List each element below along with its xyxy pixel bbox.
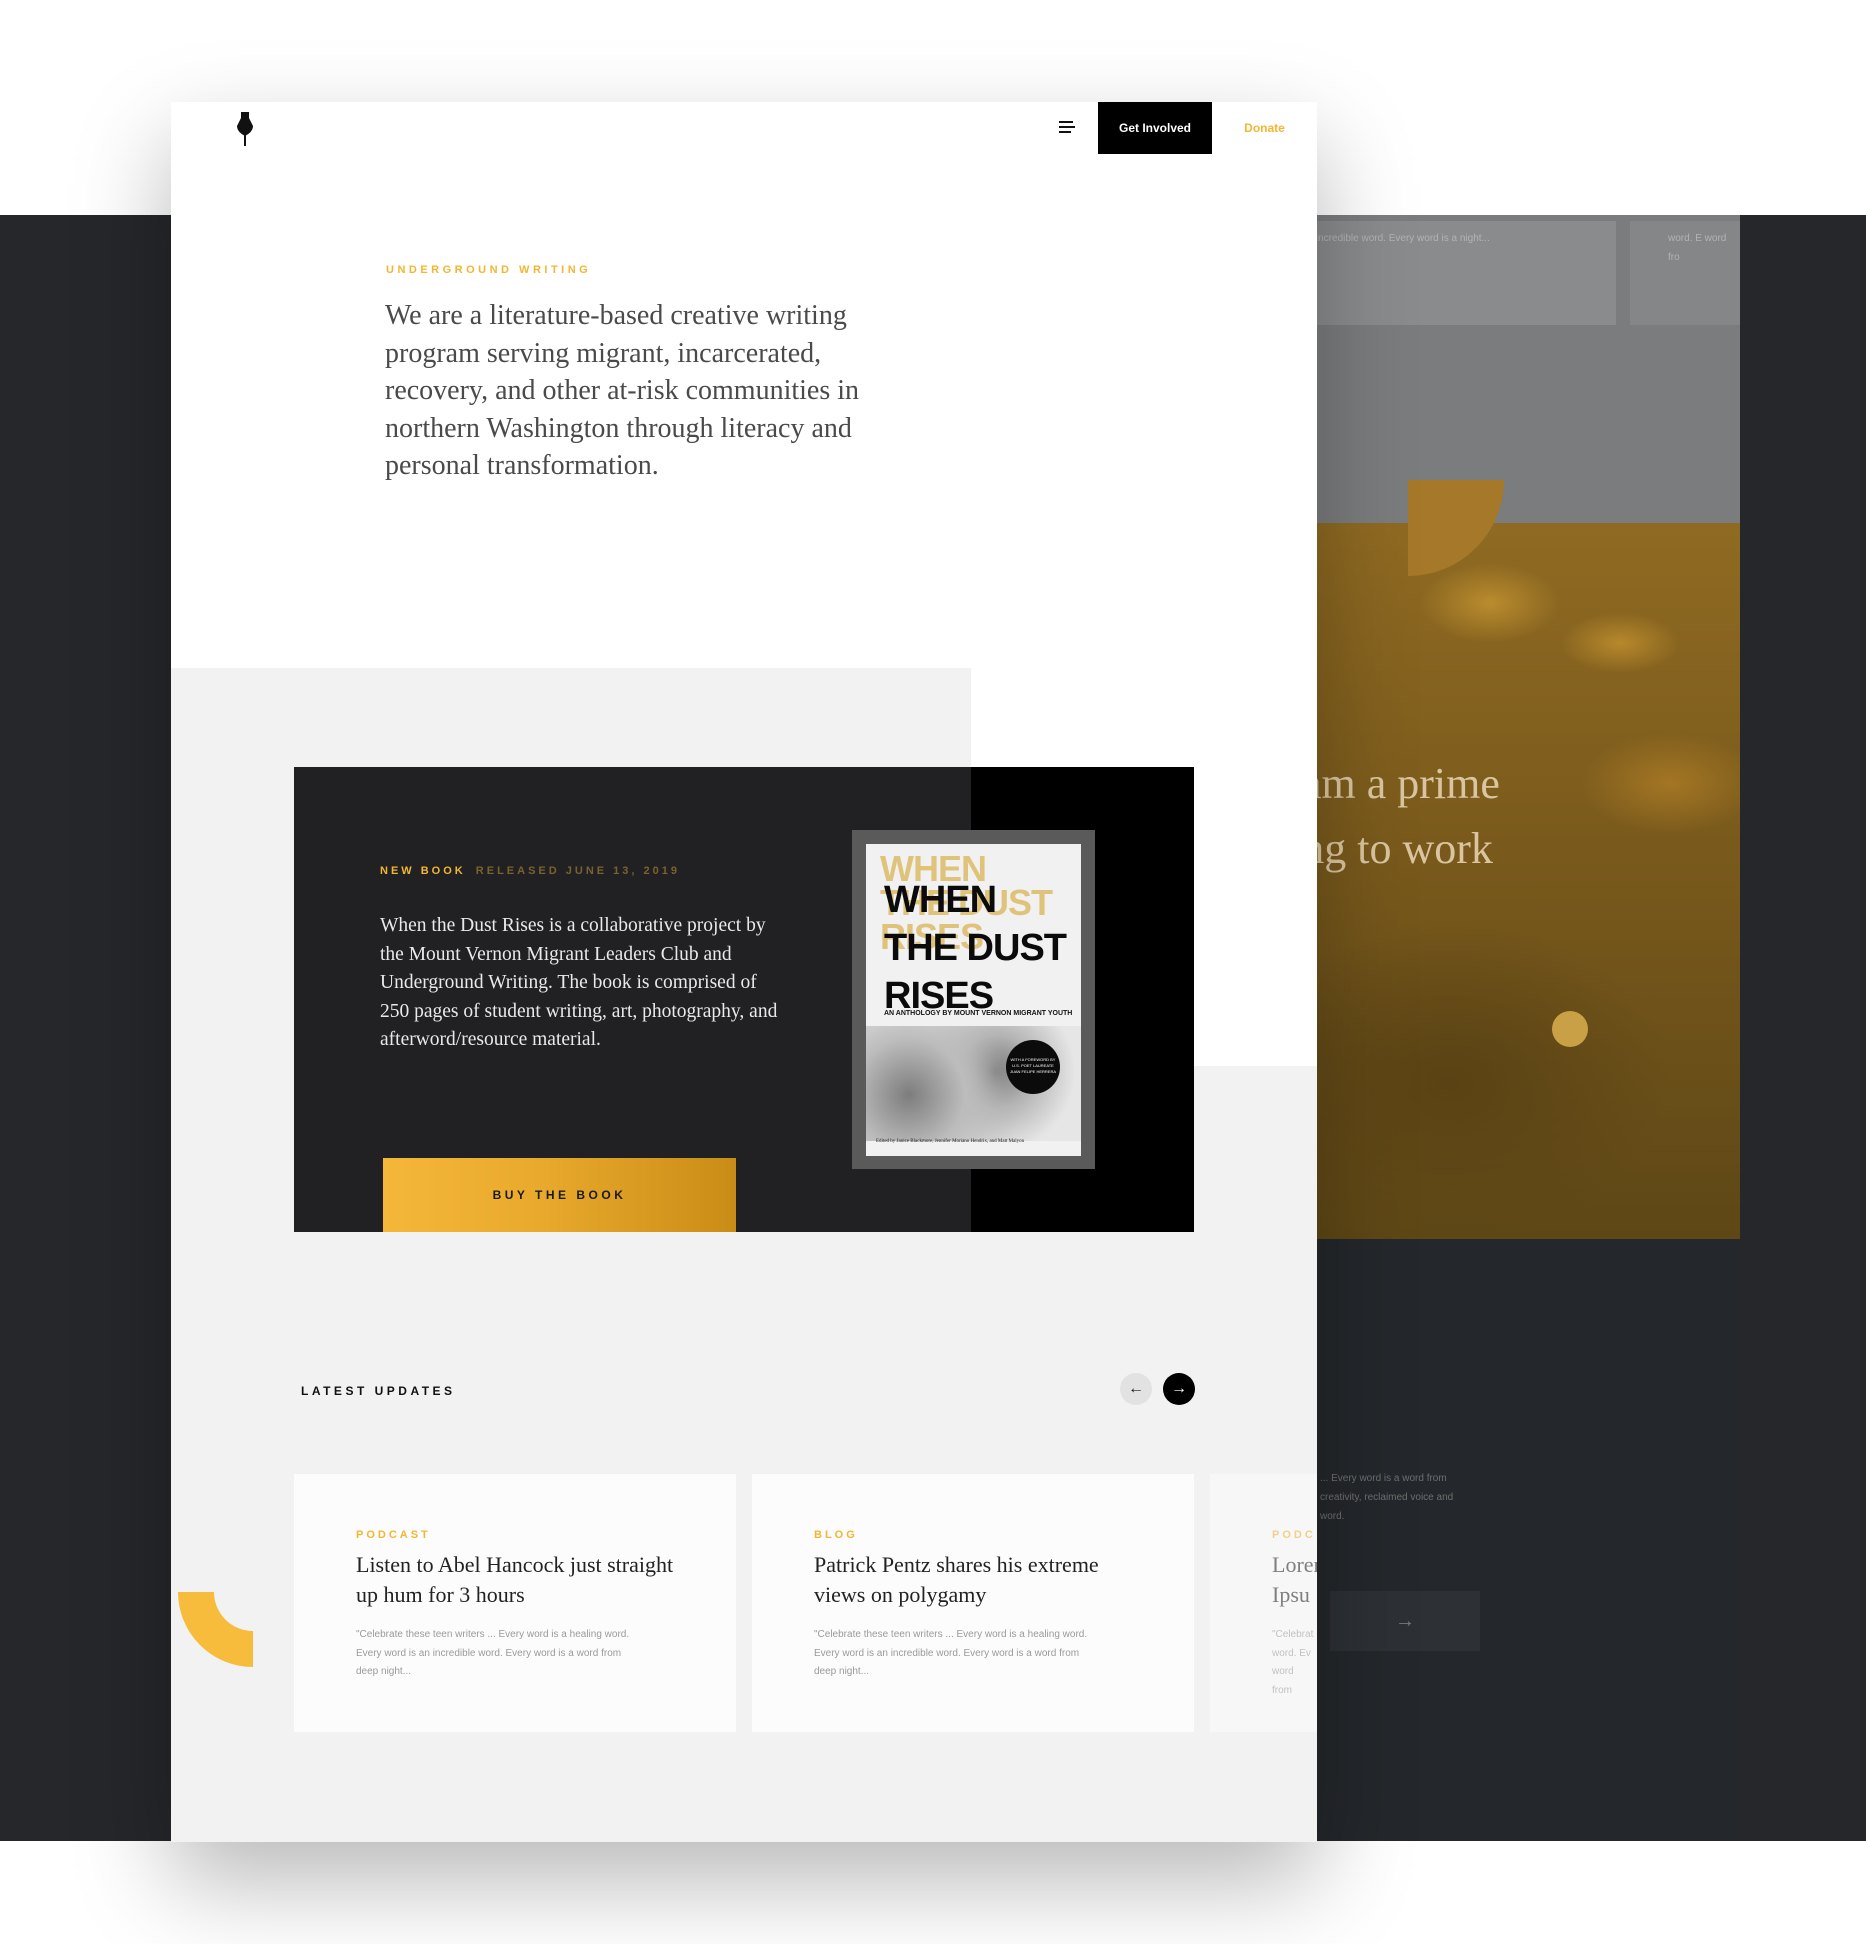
back-page-preview: is an incredible word. Every word is a n… <box>1290 215 1740 1841</box>
section-eyebrow: UNDERGROUND WRITING <box>386 264 592 276</box>
cover-title-line: THE DUST <box>884 927 1067 969</box>
card-title: Listen to Abel Hancock just straight up … <box>356 1552 674 1607</box>
back-page-quote-line: ing to work <box>1290 824 1493 873</box>
back-card-excerpt: word. E word fro <box>1668 233 1727 263</box>
arrow-right-icon: → <box>1395 1610 1415 1632</box>
new-book-card: NEW BOOK RELEASED JUNE 13, 2019 When the… <box>294 767 1194 1232</box>
card-excerpt: "Celebrat word. Ev word from <box>1272 1629 1314 1696</box>
hamburger-menu-icon[interactable] <box>1059 120 1077 136</box>
decorative-dot <box>1552 1011 1588 1047</box>
card-title: Patrick Pentz shares his extreme views o… <box>814 1552 1099 1607</box>
intro-paragraph: We are a literature-based creative writi… <box>385 300 860 481</box>
card-excerpt: "Celebrate these teen writers ... Every … <box>814 1629 1088 1677</box>
buy-the-book-button[interactable]: BUY THE BOOK <box>383 1158 736 1232</box>
fountain-pen-nib-icon[interactable] <box>235 112 255 148</box>
back-page-card: word. E word fro <box>1630 221 1740 325</box>
carousel-next-button[interactable]: → <box>1163 1373 1195 1405</box>
arrow-right-icon: → <box>1171 1380 1187 1397</box>
arrow-left-icon: ← <box>1128 1380 1144 1397</box>
back-page-card: is an incredible word. Every word is a n… <box>1290 221 1616 325</box>
card-category: BLOG <box>814 1529 858 1541</box>
book-description: When the Dust Rises is a collaborative p… <box>380 915 778 1050</box>
front-page: Get Involved Donate UNDERGROUND WRITING … <box>171 102 1317 1842</box>
cover-subtitle: AN ANTHOLOGY BY MOUNT VERNON MIGRANT YOU… <box>884 1010 1073 1017</box>
update-card[interactable]: PODC Lorem Ipsu "Celebrat word. Ev word … <box>1210 1474 1317 1732</box>
carousel-prev-button[interactable]: ← <box>1120 1373 1152 1405</box>
cover-title-line: WHEN <box>884 879 997 921</box>
card-category: PODCAST <box>356 1529 431 1541</box>
back-page-arrow-button: → <box>1330 1591 1480 1651</box>
back-page-text: ... Every word is a word from creativity… <box>1320 1473 1454 1522</box>
card-excerpt: "Celebrate these teen writers ... Every … <box>356 1629 630 1677</box>
donate-button[interactable]: Donate <box>1212 102 1317 154</box>
update-card[interactable]: BLOG Patrick Pentz shares his extreme vi… <box>752 1474 1194 1732</box>
new-book-tag: NEW BOOK <box>380 865 466 877</box>
get-involved-button[interactable]: Get Involved <box>1098 102 1212 154</box>
release-date: RELEASED JUNE 13, 2019 <box>475 865 680 877</box>
book-cover[interactable]: WHEN THE DUST RISES WHEN THE DUST RISES … <box>866 844 1081 1156</box>
latest-updates-heading: LATEST UPDATES <box>301 1384 456 1398</box>
back-page-hero-photo: am a prime ing to work <box>1290 523 1740 1239</box>
back-page-quote-line: am a prime <box>1302 759 1500 808</box>
card-title: Lorem Ipsu <box>1272 1552 1317 1607</box>
back-card-excerpt: is an incredible word. Every word is a n… <box>1292 233 1490 244</box>
cover-badge-text: WITH A FOREWORD BY U.S. POET LAUREATE JU… <box>1010 1057 1057 1074</box>
card-category: PODC <box>1272 1529 1316 1541</box>
update-card[interactable]: PODCAST Listen to Abel Hancock just stra… <box>294 1474 736 1732</box>
book-release-label: NEW BOOK RELEASED JUNE 13, 2019 <box>380 865 680 877</box>
cover-title: WHEN THE DUST RISES <box>884 876 1067 1020</box>
cover-editors: Edited by Janice Blackmore, Jennifer Mor… <box>876 1139 1025 1144</box>
